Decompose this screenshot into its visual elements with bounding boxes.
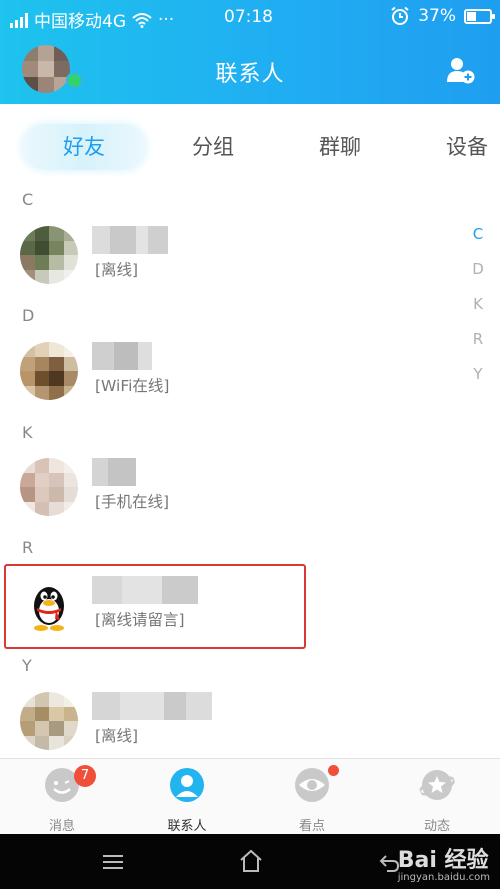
status-bar: 中国移动4G ··· 07:18 37%	[0, 0, 500, 36]
index-letter[interactable]: K	[470, 294, 486, 329]
contact-status: [WiFi在线]	[95, 377, 170, 395]
page-title: 联系人	[215, 62, 285, 87]
tab-feed[interactable]: 动态	[397, 767, 477, 834]
contact-item[interactable]: [离线]	[0, 214, 500, 314]
section-letter: Y	[22, 656, 32, 675]
section-letter: K	[22, 423, 33, 442]
contact-status: [手机在线]	[95, 493, 170, 511]
alarm-icon	[391, 6, 409, 25]
header: 中国移动4G ··· 07:18 37% 联系人	[0, 0, 500, 104]
tab-contacts[interactable]: 联系人	[147, 767, 227, 834]
contacts-icon	[170, 768, 204, 802]
tab-devices[interactable]: 设备	[432, 124, 500, 170]
alphabet-index[interactable]: C D K R Y	[470, 224, 486, 399]
clock: 07:18	[224, 7, 273, 27]
contact-avatar	[20, 342, 78, 400]
unread-badge: 7	[74, 765, 96, 787]
contact-tabs: 好友 分组 群聊 设备	[0, 104, 500, 184]
carrier-label: 中国移动4G	[34, 12, 126, 32]
tab-kandian-label: 看点	[298, 819, 325, 834]
contact-avatar	[20, 226, 78, 284]
battery-icon	[464, 8, 495, 24]
contact-name-blurred	[92, 342, 152, 370]
tab-messages-label: 消息	[48, 819, 75, 834]
tab-kandian[interactable]: 看点	[272, 767, 352, 834]
tab-friends[interactable]: 好友	[22, 124, 146, 170]
contact-name-blurred	[92, 692, 212, 720]
signal-icon	[10, 12, 28, 28]
menu-icon[interactable]	[103, 854, 123, 870]
contact-item[interactable]: [WiFi在线]	[0, 330, 500, 430]
tab-group-chats[interactable]: 群聊	[300, 124, 380, 170]
bottom-tab-bar: 消息 7 联系人 看点 动态	[0, 758, 500, 834]
watermark: Bai 经验 jingyan.baidu.com	[398, 842, 490, 883]
tab-contacts-label: 联系人	[167, 819, 207, 834]
contact-avatar	[20, 458, 78, 516]
section-letter: D	[22, 306, 35, 325]
add-friend-icon[interactable]	[446, 55, 476, 85]
system-nav-bar: Bai 经验 jingyan.baidu.com	[0, 834, 500, 889]
contact-status: [离线]	[95, 727, 139, 745]
wifi-icon	[132, 12, 152, 28]
tab-groups[interactable]: 分组	[173, 124, 253, 170]
contact-avatar	[20, 692, 78, 750]
section-letter: R	[22, 538, 34, 557]
index-letter[interactable]: R	[470, 329, 486, 364]
back-icon[interactable]	[378, 851, 400, 873]
highlight-frame	[4, 564, 306, 649]
contact-name-blurred	[92, 458, 136, 486]
watermark-logo: Bai 经验	[397, 848, 489, 873]
watermark-url: jingyan.baidu.com	[397, 872, 490, 883]
index-letter[interactable]: D	[470, 259, 486, 294]
contact-item[interactable]: [手机在线]	[0, 446, 500, 546]
eye-icon	[295, 768, 329, 802]
more-dots: ···	[158, 9, 175, 30]
home-icon[interactable]	[238, 848, 264, 874]
index-letter[interactable]: C	[470, 224, 486, 259]
section-letter: C	[22, 190, 34, 209]
new-content-dot	[328, 765, 339, 776]
planet-star-icon	[418, 770, 456, 800]
tab-feed-label: 动态	[423, 819, 450, 834]
battery-percent: 37%	[418, 6, 456, 26]
contact-status: [离线]	[95, 261, 139, 279]
contact-name-blurred	[92, 226, 168, 254]
index-letter[interactable]: Y	[470, 364, 486, 399]
